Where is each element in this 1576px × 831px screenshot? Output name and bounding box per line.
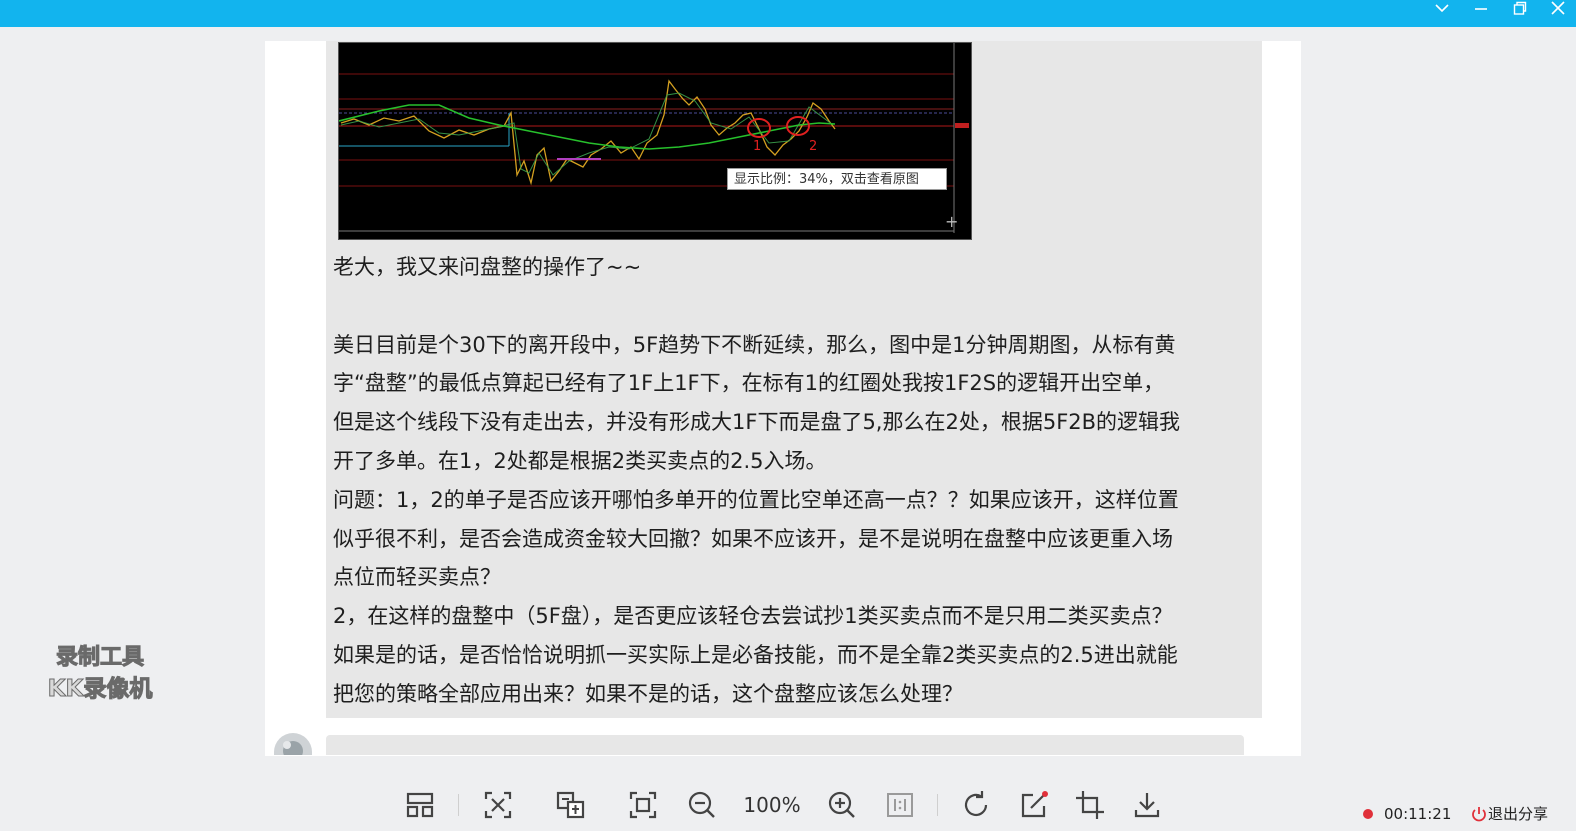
recording-timer: 00:11:21 — [1384, 805, 1452, 823]
ocr-icon[interactable] — [480, 786, 516, 824]
close-button[interactable] — [1540, 0, 1576, 24]
message-line: 美日目前是个30下的离开段中，5F趋势下不断延续，那么，图中是1分钟周期图，从标… — [333, 332, 1176, 357]
message-line — [333, 287, 1258, 326]
power-icon — [1472, 807, 1486, 822]
message-line: 如果是的话，是否恰恰说明抓一买实际上是必备技能，而不是全靠2类买卖点的2.5进出… — [333, 642, 1178, 667]
layout-icon[interactable] — [402, 786, 438, 824]
crop-icon[interactable] — [1072, 786, 1108, 824]
watermark-line1: 录制工具 — [55, 645, 144, 671]
minimize-button[interactable] — [1463, 0, 1499, 24]
message-line: 字“盘整”的最低点算起已经有了1F上1F下，在标有1的红圈处我按1F2S的逻辑开… — [333, 371, 1165, 396]
message-line: 点位而轻买卖点？ — [333, 565, 501, 590]
recorder-watermark: 录制工具 KK录像机 — [30, 643, 170, 705]
message-line: 但是这个线段下没有走出去，并没有形成大1F下而是盘了5,那么在2处，根据5F2B… — [333, 410, 1181, 435]
next-message-bubble — [326, 735, 1244, 755]
watermark-line2: KK录像机 — [47, 676, 153, 703]
toolbar-divider — [937, 794, 938, 816]
restore-button[interactable] — [1502, 0, 1538, 24]
zoom-level[interactable]: 100% — [740, 786, 804, 824]
annotation-2: 2 — [809, 139, 817, 154]
translate-icon[interactable] — [552, 786, 590, 824]
fit-window-icon[interactable] — [625, 786, 661, 824]
rotate-icon[interactable] — [958, 786, 994, 824]
annotation-1: 1 — [753, 139, 761, 154]
message-line: 老大，我又来问盘整的操作了~~ — [333, 255, 642, 279]
recording-dot-icon — [1362, 803, 1374, 825]
download-icon[interactable] — [1129, 786, 1165, 824]
title-bar — [0, 0, 1576, 27]
edit-icon[interactable] — [1016, 786, 1052, 824]
zoom-ratio-tooltip: 显示比例：34%，双击查看原图 — [727, 168, 947, 190]
message-line: 把您的策略全部应用出来？如果不是的话，这个盘整应该怎么处理？ — [333, 681, 963, 706]
actual-size-icon[interactable] — [882, 786, 918, 824]
message-line: 2，在这样的盘整中（5F盘），是否更应该轻仓去尝试抄1类买卖点而不是只用二类买卖… — [333, 604, 1173, 629]
toolbar-divider — [458, 794, 459, 816]
chevron-down-icon[interactable] — [1424, 0, 1460, 24]
exit-share-label: 退出分享 — [1488, 805, 1549, 823]
svg-text:+: + — [945, 212, 958, 231]
chart-screenshot-image[interactable]: 1 2 + — [338, 42, 972, 240]
zoom-out-icon[interactable] — [684, 786, 720, 824]
message-line: 问题：1，2的单子是否应该开哪怕多单开的位置比空单还高一点？？如果应该开，这样位… — [333, 487, 1179, 512]
message-text: 老大，我又来问盘整的操作了~~ 美日目前是个30下的离开段中，5F趋势下不断延续… — [333, 248, 1258, 714]
message-line: 开了多单。在1，2处都是根据2类买卖点的2.5入场。 — [333, 448, 827, 473]
exit-share-button[interactable]: 退出分享 — [1470, 803, 1572, 825]
zoom-in-icon[interactable] — [824, 786, 860, 824]
message-line: 似乎很不利，是否会造成资金较大回撤？如果不应该开，是不是说明在盘整中应该更重入场 — [333, 526, 1173, 551]
